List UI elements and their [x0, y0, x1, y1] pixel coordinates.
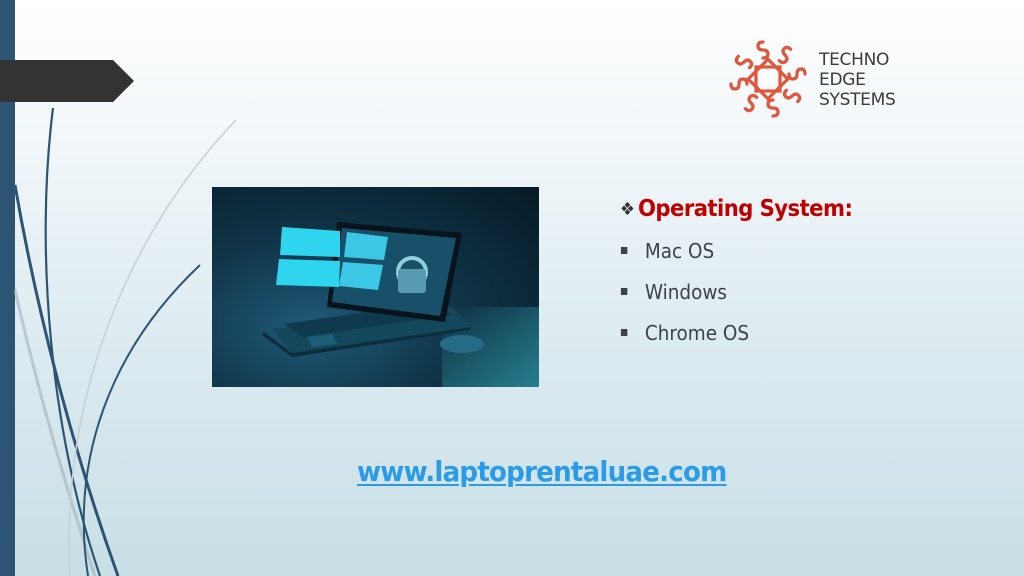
logo-mark-icon [729, 40, 807, 118]
techno-edge-logo: TECHNO EDGE SYSTEMS [727, 38, 907, 120]
list-item-label: Chrome OS [644, 320, 750, 345]
operating-system-list: ❖ Operating System: Mac OS Windows Chrom… [620, 196, 873, 345]
logo-line-2: EDGE [819, 70, 866, 90]
laptop-photo [212, 187, 539, 387]
list-item: Windows [620, 279, 852, 304]
list-item: Chrome OS [620, 320, 852, 345]
square-bullet-icon [620, 329, 628, 336]
square-bullet-icon [620, 288, 628, 295]
laptop-illustration [262, 222, 539, 387]
list-item: Mac OS [620, 238, 852, 263]
list-item-label: Mac OS [644, 238, 715, 263]
windows-pane [280, 227, 340, 257]
title-arrow-tab [0, 60, 134, 102]
list-item-label: Windows [644, 279, 727, 304]
diamond-bullet-icon: ❖ [620, 198, 635, 220]
logo-line-3: SYSTEMS [819, 90, 896, 110]
website-link[interactable]: www.laptoprentaluae.com [357, 455, 727, 488]
mouse [440, 335, 484, 353]
logo-line-1: TECHNO [819, 50, 890, 70]
heading-text: Operating System: [637, 196, 853, 222]
section-heading: ❖ Operating System: [620, 196, 853, 222]
logo-text: TECHNO EDGE SYSTEMS [819, 50, 896, 110]
square-bullet-icon [620, 247, 628, 254]
